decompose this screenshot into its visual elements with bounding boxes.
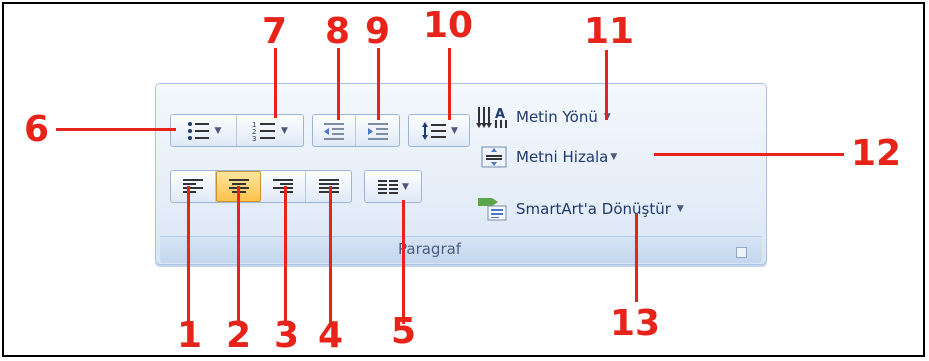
increase-indent-icon [367,122,388,140]
callout-11: 11 [584,11,635,52]
alignment-button-group [170,170,352,203]
chevron-down-icon[interactable]: ▼ [215,126,222,136]
callout-line-13 [635,214,638,302]
chevron-down-icon[interactable]: ▼ [451,126,458,136]
callout-line-10 [448,48,451,120]
bullets-button[interactable]: ▼ [171,115,237,146]
callout-12: 12 [851,133,902,174]
text-direction-icon: A [476,107,507,128]
callout-line-8 [337,48,340,120]
numbering-icon: 1 2 3 [252,121,276,142]
callout-line-6 [56,128,176,131]
callout-4: 4 [318,315,344,356]
svg-text:3: 3 [252,135,256,142]
columns-icon [378,179,399,194]
align-right-icon [273,178,293,193]
callout-13: 13 [610,303,661,344]
line-spacing-group: ▼ [408,114,470,147]
callout-8: 8 [325,11,351,52]
callout-line-3 [284,186,287,326]
callout-line-4 [329,186,332,326]
callout-line-5 [402,200,405,324]
svg-text:A: A [495,107,505,122]
align-text-label: Metni Hizala [516,148,609,166]
callout-2: 2 [226,315,252,356]
align-left-button[interactable] [171,171,216,202]
indent-button-group [312,114,400,147]
list-button-group: ▼ 1 2 3 ▼ [170,114,304,147]
callout-5: 5 [391,311,417,352]
convert-to-smartart-button[interactable]: SmartArt'a Dönüştür ▼ [476,196,684,222]
callout-line-2 [237,186,240,326]
decrease-indent-icon [324,122,344,140]
callout-line-11 [605,50,608,120]
chevron-down-icon[interactable]: ▼ [281,126,288,136]
callout-1: 1 [177,315,203,356]
callout-7: 7 [262,11,288,52]
chevron-down-icon[interactable]: ▼ [677,204,684,214]
align-text-icon [481,146,507,168]
callout-line-7 [274,48,277,118]
bullets-icon [187,121,209,140]
line-spacing-icon [422,121,447,140]
callout-6: 6 [24,109,50,150]
text-direction-button[interactable]: A Metin Yönü ▼ [476,104,611,130]
numbering-button[interactable]: 1 2 3 ▼ [237,115,303,146]
decrease-indent-button[interactable] [313,115,356,146]
columns-group: ▼ [364,170,422,203]
callout-9: 9 [365,11,391,52]
align-text-button[interactable]: Metni Hizala ▼ [480,144,617,170]
line-spacing-button[interactable]: ▼ [409,115,469,146]
align-left-icon [183,178,203,193]
callout-line-9 [377,48,380,120]
chevron-down-icon[interactable]: ▼ [610,152,617,162]
dialog-launcher-button[interactable] [736,247,747,258]
callout-3: 3 [274,315,300,356]
smartart-label: SmartArt'a Dönüştür [516,200,671,218]
callout-line-1 [187,186,190,326]
text-direction-label: Metin Yönü [516,108,598,126]
group-label: Paragraf [398,240,462,258]
callout-line-12 [654,153,844,156]
smartart-icon [478,198,507,221]
chevron-down-icon[interactable]: ▼ [402,182,409,192]
callout-10: 10 [423,5,474,46]
columns-button[interactable]: ▼ [365,171,421,202]
